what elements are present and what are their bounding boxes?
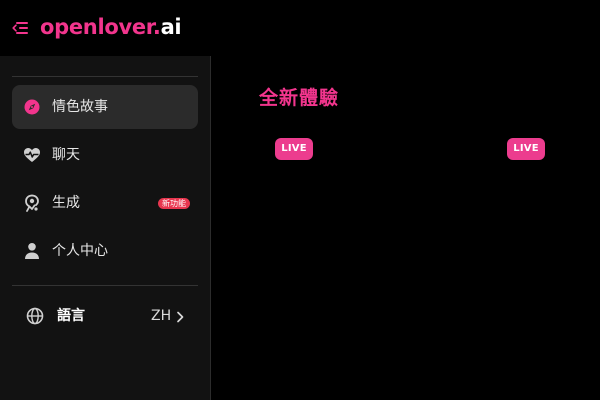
sidebar-item-label: 生成 xyxy=(52,195,80,211)
brand-name: openlover xyxy=(40,15,153,39)
sidebar-item-label: 情色故事 xyxy=(52,99,108,115)
heart-pulse-icon xyxy=(23,146,41,164)
live-badge: LIVE xyxy=(507,138,545,160)
sidebar-item-generate[interactable]: 生成 新功能 xyxy=(12,181,198,225)
brand-tld: ai xyxy=(160,15,182,39)
main-content: 全新體驗 LIVE LIVE xyxy=(212,56,600,400)
sidebar-item-label: 聊天 xyxy=(52,147,80,163)
user-icon xyxy=(23,242,41,260)
brand-logo[interactable]: openlover.ai xyxy=(40,12,182,42)
language-selector[interactable]: 語言 ZH xyxy=(12,296,198,336)
generate-icon xyxy=(23,194,41,212)
new-feature-badge: 新功能 xyxy=(158,198,190,209)
chevron-right-icon xyxy=(175,309,187,323)
sidebar-divider-bottom xyxy=(12,285,198,286)
top-bar: openlover.ai xyxy=(0,0,600,56)
sidebar-item-chat[interactable]: 聊天 xyxy=(12,133,198,177)
sidebar-item-label: 个人中心 xyxy=(52,243,108,259)
sidebar-item-profile[interactable]: 个人中心 xyxy=(12,229,198,273)
compass-icon xyxy=(23,98,41,116)
language-value: ZH xyxy=(151,308,172,324)
sidebar: 情色故事 聊天 生成 新功能 个人中心 語言 ZH xyxy=(0,56,211,400)
brand-dot: . xyxy=(152,15,161,39)
live-badge: LIVE xyxy=(275,138,313,160)
sidebar-item-stories[interactable]: 情色故事 xyxy=(12,85,198,129)
section-title: 全新體驗 xyxy=(259,87,340,109)
language-label: 語言 xyxy=(57,308,85,324)
app-root: openlover.ai 情色故事 聊天 生成 新功能 个人中心 語言 ZH 全… xyxy=(0,0,600,400)
menu-collapse-icon[interactable] xyxy=(11,19,29,37)
sidebar-divider-top xyxy=(12,76,198,77)
globe-icon xyxy=(26,307,44,325)
